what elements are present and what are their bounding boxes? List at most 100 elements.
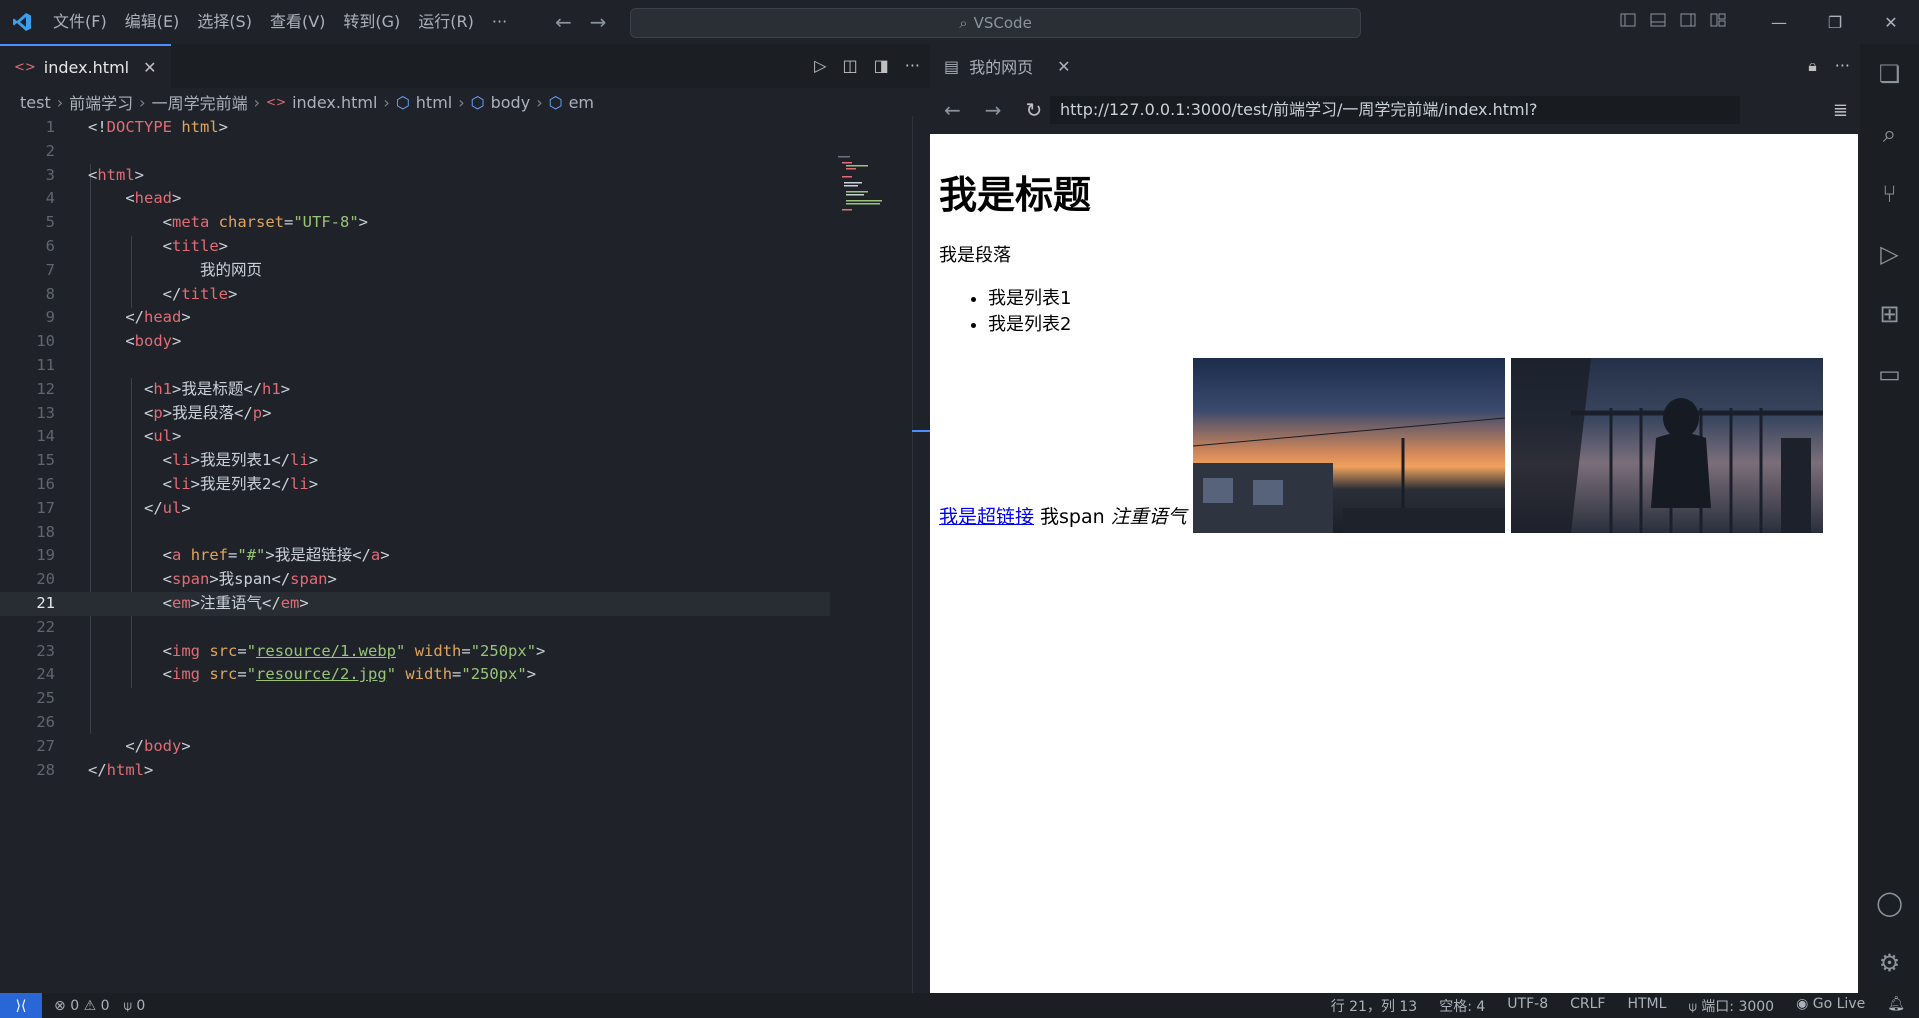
run-debug-icon[interactable]: ▷	[1860, 224, 1919, 284]
minimize-icon[interactable]: —	[1751, 0, 1807, 44]
source-control-icon[interactable]: ⑂	[1860, 164, 1919, 224]
breadcrumb-item[interactable]: em	[569, 93, 594, 112]
go-live-label: Go Live	[1812, 995, 1866, 1012]
chevron-right-icon: ›	[139, 92, 146, 112]
activity-bar: ❏ ⌕ ⑂ ▷ ⊞ ▭ ◯ ⚙	[1860, 44, 1919, 993]
menu-goto[interactable]: 转到(G)	[334, 0, 409, 44]
remote-indicator-icon[interactable]: ⟩⟨	[0, 993, 42, 1018]
line-number: 6	[45, 236, 55, 255]
line-number: 25	[36, 689, 55, 708]
ports-indicator[interactable]: ⍦ 0	[124, 998, 146, 1014]
port-indicator[interactable]: ⍦ 端口: 3000	[1688, 996, 1774, 1016]
back-arrow-icon[interactable]: ←	[555, 10, 572, 34]
error-count: 0	[70, 997, 80, 1014]
ports-count: 0	[136, 997, 146, 1014]
run-icon[interactable]: ▷	[814, 56, 826, 75]
menu-icon[interactable]: ≣	[1833, 100, 1848, 121]
close-icon[interactable]: ✕	[143, 58, 156, 77]
tab-index-html[interactable]: <> index.html ✕	[0, 44, 171, 88]
close-icon[interactable]: ✕	[1057, 57, 1070, 76]
line-number: 2	[45, 141, 55, 160]
menu-view[interactable]: 查看(V)	[261, 0, 334, 44]
extensions-icon[interactable]: ⊞	[1860, 284, 1919, 344]
language-mode[interactable]: HTML	[1627, 996, 1666, 1016]
editor-group: <> index.html ✕ ▷ ◫ ◨ ··· test › 前端学习 › 一周…	[0, 44, 930, 1018]
code-line: </head>	[125, 308, 191, 327]
code-line: <em>注重语气</em>	[162, 593, 309, 612]
breadcrumb-item[interactable]: test	[20, 93, 51, 112]
menu-bar: 文件(F) 编辑(E) 选择(S) 查看(V) 转到(G) 运行(R) ···	[44, 0, 516, 44]
forward-arrow-icon[interactable]: →	[590, 10, 607, 34]
menu-selection[interactable]: 选择(S)	[188, 0, 261, 44]
code-editor[interactable]: 1 <!DOCTYPE html> 2 3 <html> 4 <head> 5 <m…	[0, 116, 930, 782]
go-live-button[interactable]: ◉ Go Live	[1796, 996, 1865, 1016]
line-number: 5	[45, 213, 55, 232]
customize-layout-icon[interactable]	[1710, 12, 1726, 28]
more-actions-icon[interactable]: ···	[1835, 56, 1850, 76]
menu-edit[interactable]: 编辑(E)	[116, 0, 189, 44]
remote-explorer-icon[interactable]: ▭	[1860, 344, 1919, 404]
line-number: 21	[36, 593, 55, 612]
warning-icon: ⚠	[83, 997, 97, 1014]
chevron-right-icon: ›	[536, 92, 543, 112]
code-line: </html>	[88, 760, 154, 779]
open-preview-icon[interactable]: ◫	[842, 56, 857, 75]
line-number: 13	[36, 403, 55, 422]
split-editor-icon[interactable]: ◨	[874, 56, 889, 75]
more-actions-icon[interactable]: ···	[905, 56, 920, 75]
page-list: 我是列表1 我是列表2	[988, 286, 1071, 338]
url-input[interactable]: http://127.0.0.1:3000/test/前端学习/一周学完前端/i…	[1050, 96, 1740, 124]
page-link[interactable]: 我是超链接	[939, 502, 1034, 529]
breadcrumb-item[interactable]: body	[491, 93, 531, 112]
tab-preview[interactable]: ▤ 我的网页 ✕	[930, 44, 1085, 88]
close-icon[interactable]: ✕	[1863, 0, 1919, 44]
problems-indicator[interactable]: ⊗ 0 ⚠ 0	[54, 998, 110, 1014]
search-icon[interactable]: ⌕	[1860, 104, 1919, 164]
error-icon: ⊗	[54, 997, 66, 1014]
editor-scrollbar[interactable]	[912, 116, 913, 1018]
code-line: <body>	[125, 332, 182, 351]
explorer-icon[interactable]: ❏	[1860, 44, 1919, 104]
port-label: 端口: 3000	[1701, 998, 1775, 1015]
breadcrumb-item[interactable]: html	[416, 93, 452, 112]
list-item: 我是列表1	[988, 286, 1071, 312]
lock-icon[interactable]: 🔒︎	[1808, 56, 1817, 76]
restore-icon[interactable]: ❐	[1807, 0, 1863, 44]
toggle-panel-icon[interactable]	[1650, 12, 1666, 28]
code-line: </ul>	[144, 498, 191, 517]
end-of-line[interactable]: CRLF	[1570, 996, 1605, 1016]
browser-icon: ▤	[944, 56, 960, 76]
inline-content: 我是超链接 我span 注重语气	[939, 358, 1823, 533]
minimap[interactable]	[838, 156, 888, 216]
menu-run[interactable]: 运行(R)	[409, 0, 483, 44]
gear-icon[interactable]: ⚙	[1860, 933, 1919, 993]
toggle-sidebar-icon[interactable]	[1620, 12, 1636, 28]
code-line: <title>	[162, 236, 229, 255]
simple-browser-pane: ▤ 我的网页 ✕ 🔒︎ ··· ← → ↻ http://127.0.0.1:3…	[930, 44, 1860, 993]
account-icon[interactable]: ◯	[1860, 873, 1919, 933]
scroll-position-marker	[912, 430, 930, 432]
menu-more[interactable]: ···	[483, 0, 516, 44]
cursor-position[interactable]: 行 21，列 13	[1331, 996, 1418, 1016]
chevron-right-icon: ›	[253, 92, 260, 112]
chevron-right-icon: ›	[56, 92, 64, 112]
line-number: 24	[36, 665, 55, 684]
reload-icon[interactable]: ↻	[1026, 98, 1043, 122]
history-nav: ← →	[555, 10, 607, 34]
encoding[interactable]: UTF-8	[1507, 996, 1548, 1016]
indentation[interactable]: 空格: 4	[1439, 996, 1485, 1016]
bell-icon[interactable]: 🔔︎	[1887, 996, 1905, 1016]
breadcrumb-item[interactable]: index.html	[292, 93, 377, 112]
menu-file[interactable]: 文件(F)	[44, 0, 116, 44]
page-span: 我span	[1040, 506, 1105, 528]
forward-arrow-icon[interactable]: →	[985, 98, 1002, 122]
toggle-secondary-sidebar-icon[interactable]	[1680, 12, 1696, 28]
code-line: <html>	[88, 165, 145, 184]
breadcrumb-item[interactable]: 一周学完前端	[152, 90, 248, 114]
line-number: 22	[36, 617, 55, 636]
back-arrow-icon[interactable]: ←	[944, 98, 961, 122]
command-center-search[interactable]: ⌕ VSCode	[630, 8, 1361, 38]
breadcrumb-item[interactable]: 前端学习	[69, 90, 133, 114]
code-line: <p>我是段落</p>	[144, 403, 272, 422]
code-line: <!DOCTYPE html>	[88, 118, 229, 136]
